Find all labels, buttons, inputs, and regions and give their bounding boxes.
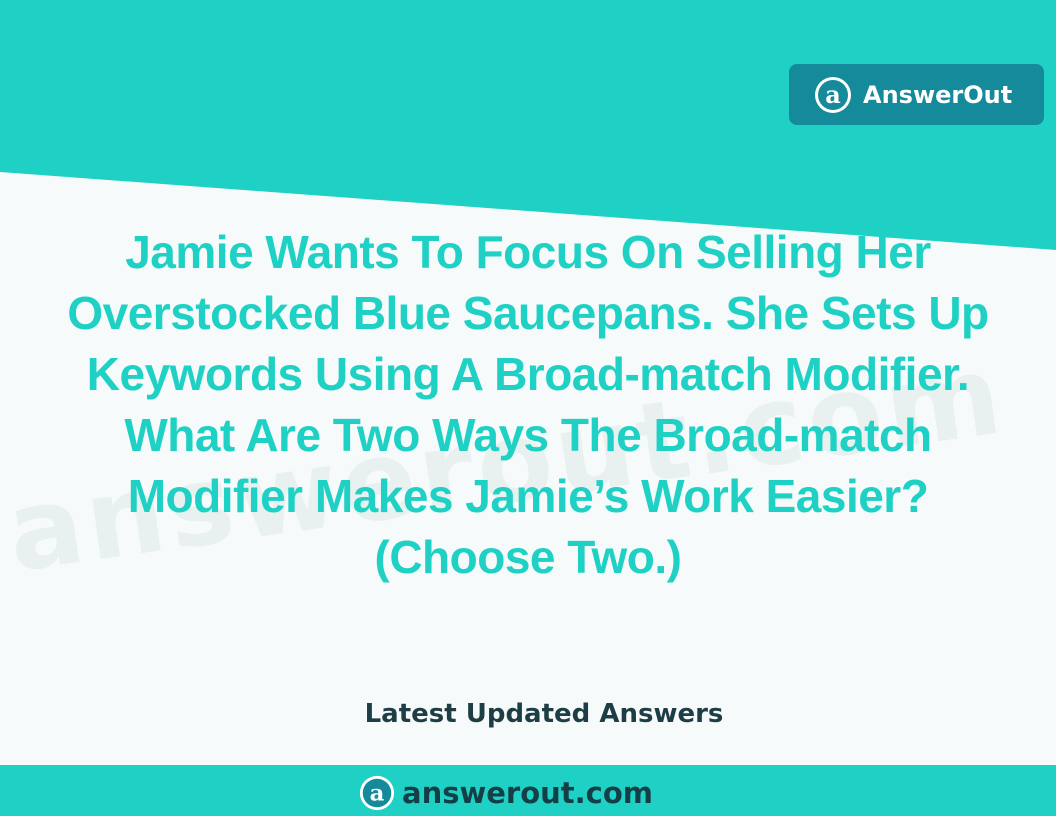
- brand-badge[interactable]: a AnswerOut: [789, 64, 1044, 125]
- question-line: Jamie Wants To Focus On Selling Her: [125, 226, 931, 278]
- at-sign-logo-icon: a: [815, 76, 851, 113]
- question-line: Modifier Makes Jamie’s Work Easier?: [127, 470, 929, 522]
- brand-name: AnswerOut: [863, 80, 1013, 109]
- question-line: (Choose Two.): [374, 531, 682, 583]
- question-line: What Are Two Ways The Broad-match: [124, 409, 932, 461]
- brand-logo-letter: a: [825, 80, 841, 109]
- question-title: Jamie Wants To Focus On Selling Her Over…: [0, 222, 1056, 588]
- footer-site-link[interactable]: a answerout.com: [358, 773, 653, 813]
- at-sign-logo-icon: a: [359, 775, 395, 811]
- footer-site-name: answerout.com: [402, 776, 654, 810]
- footer-logo-letter: a: [370, 781, 385, 807]
- question-line: Keywords Using A Broad-match Modifier.: [86, 348, 970, 400]
- tagline: Latest Updated Answers: [364, 699, 724, 729]
- question-line: Overstocked Blue Saucepans. She Sets Up: [67, 287, 989, 339]
